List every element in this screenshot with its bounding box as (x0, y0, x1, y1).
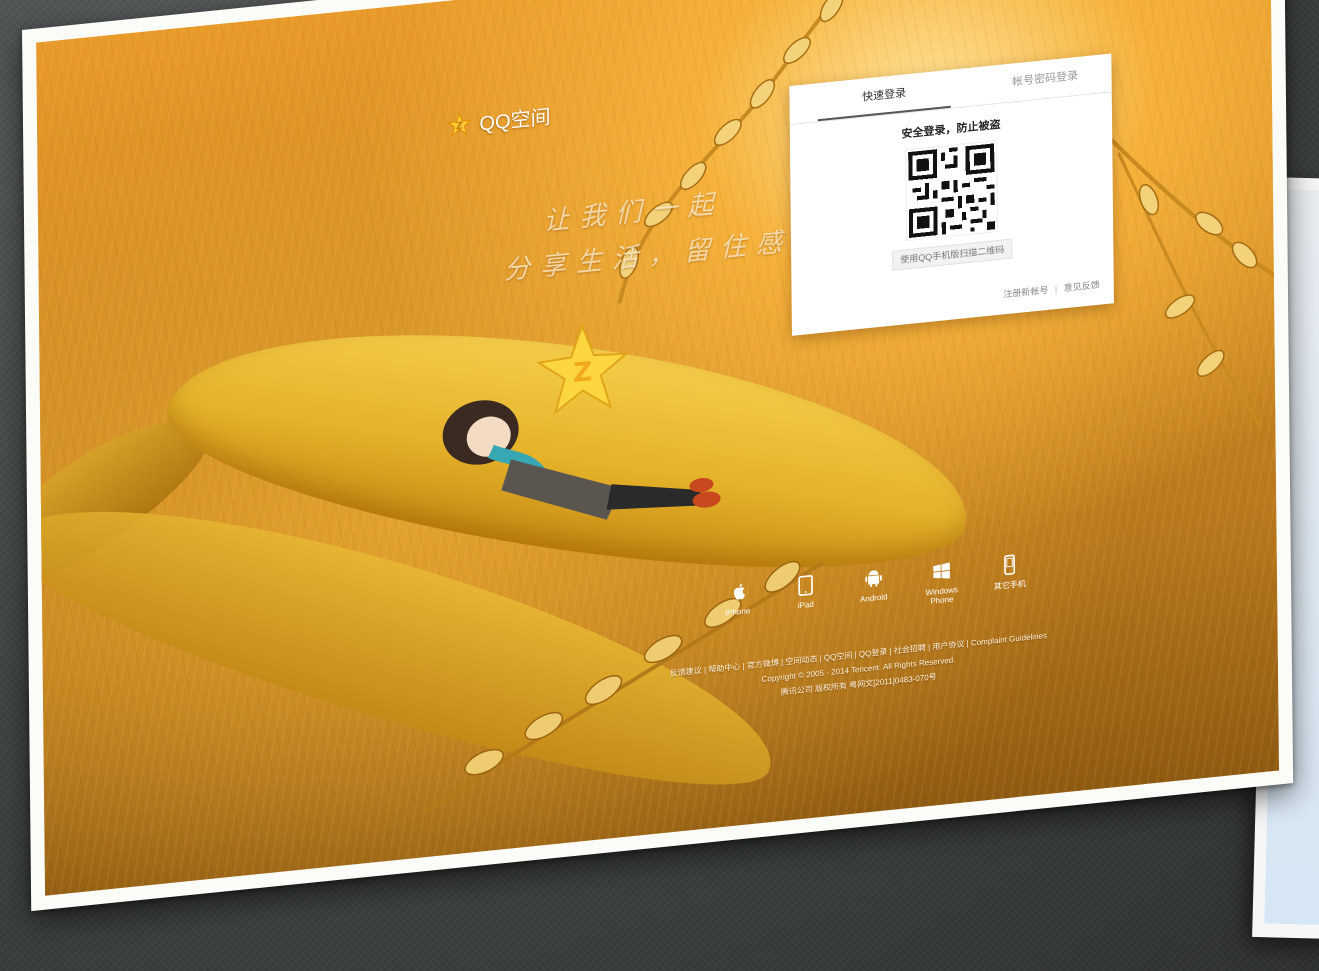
feedback-link[interactable]: 意见反馈 (1064, 280, 1100, 294)
device-label: iPad (797, 599, 814, 611)
footer-link[interactable]: 帮助中心 (708, 662, 740, 674)
phone-icon (1004, 554, 1016, 576)
qzone-login-page: Z QQ空间 让我们一起 分享生活，留住感动 Z 快速登录 帐号密码登录 安全登… (36, 0, 1280, 896)
android-icon (865, 570, 882, 588)
device-label: 其它手机 (993, 579, 1026, 592)
footer-link[interactable]: QQ空间 (824, 651, 853, 663)
link-separator: | (1054, 283, 1058, 295)
star-logo-icon: Z (447, 111, 472, 137)
qr-scan-hint: 使用QQ手机版扫描二维码 (892, 238, 1013, 271)
girl-illustration (442, 400, 721, 520)
svg-text:Z: Z (456, 121, 462, 132)
footer-link[interactable]: 用户协议 (932, 639, 964, 651)
footer-link[interactable]: 社会招聘 (894, 643, 926, 655)
login-footer-links: 注册新帐号 | 意见反馈 (1003, 278, 1100, 301)
qr-code[interactable] (905, 140, 999, 242)
tablet-icon (798, 575, 813, 596)
screenshot-photo-frame: Z QQ空间 让我们一起 分享生活，留住感动 Z 快速登录 帐号密码登录 安全登… (22, 0, 1294, 912)
qr-code-icon (908, 143, 996, 238)
apple-icon (733, 583, 745, 600)
brand-name: QQ空间 (479, 106, 551, 136)
device-ipad[interactable]: iPad (785, 572, 825, 620)
tab-password-login[interactable]: 帐号密码登录 (978, 53, 1111, 104)
login-panel: 快速登录 帐号密码登录 安全登录，防止被盗 使用QQ手机版扫描二维码 注册新帐号… (789, 53, 1114, 336)
device-label: Android (859, 592, 888, 604)
device-iphone[interactable]: iPhone (717, 579, 757, 627)
device-android[interactable]: Android (853, 566, 893, 614)
footer-link[interactable]: QQ登录 (859, 647, 888, 659)
windows-icon (933, 562, 950, 579)
device-other-phone[interactable]: 其它手机 (989, 552, 1029, 600)
register-link[interactable]: 注册新帐号 (1003, 285, 1048, 300)
device-windows-phone[interactable]: Windows Phone (921, 559, 961, 607)
device-label: iPhone (725, 606, 751, 618)
footer-link[interactable]: 空间动态 (785, 654, 817, 666)
footer-link[interactable]: 反馈建议 (670, 666, 702, 678)
qzone-logo[interactable]: Z QQ空间 (447, 100, 551, 139)
footer-link[interactable]: 官方微博 (747, 658, 779, 670)
device-label: Windows Phone (925, 585, 959, 606)
